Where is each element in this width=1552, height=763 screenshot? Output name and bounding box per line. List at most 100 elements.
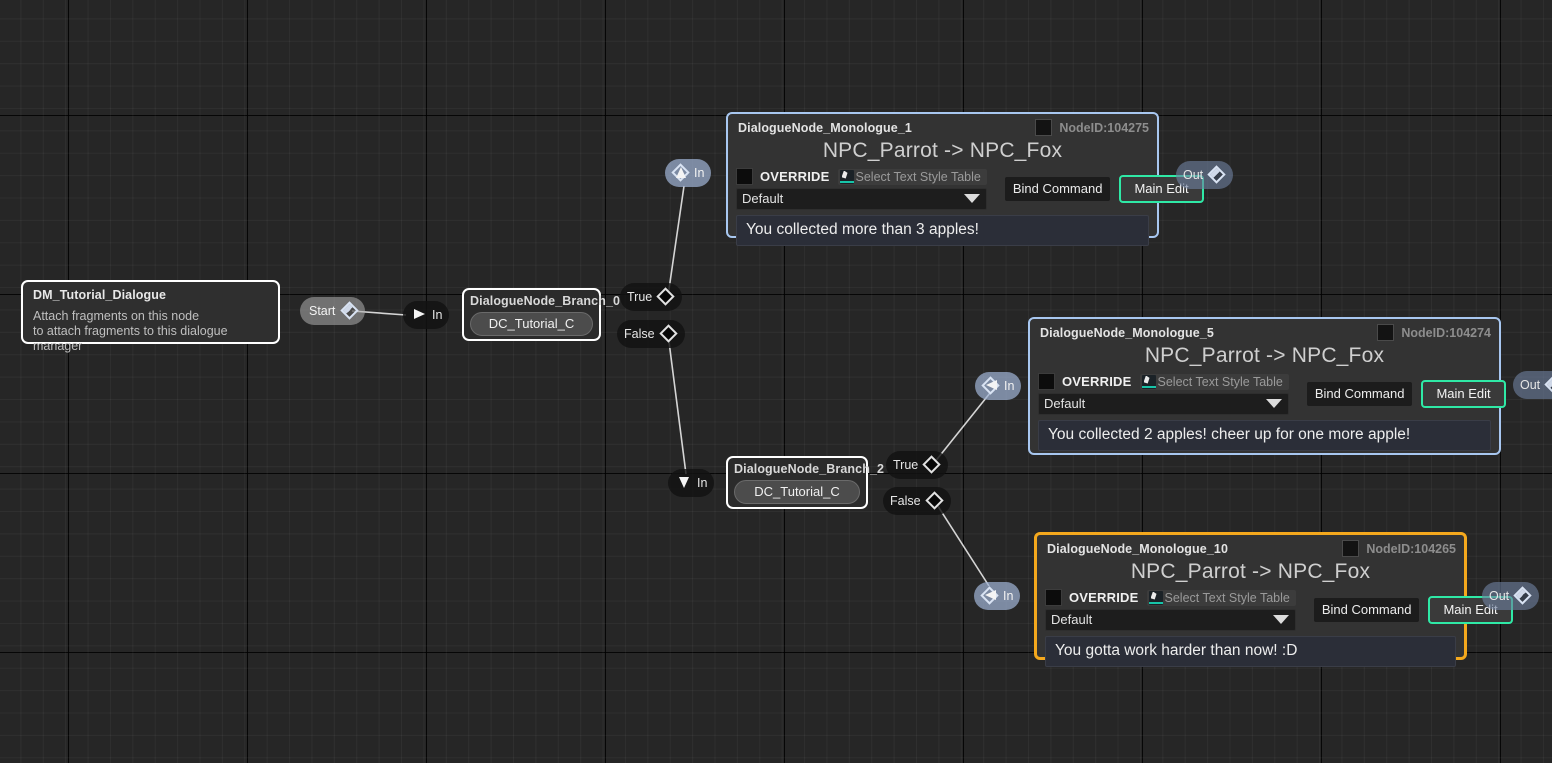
monologue-10-style-combo-value: Default — [1051, 612, 1093, 627]
data-table-asset-icon — [1141, 374, 1156, 389]
exec-arrow-right-icon — [410, 306, 428, 324]
exec-diamond-icon — [340, 301, 360, 320]
monologue-10-out-pin[interactable]: Out — [1482, 582, 1540, 610]
dialogue-manager-title: DM_Tutorial_Dialogue — [33, 288, 167, 302]
monologue-1-style-combo[interactable]: Default — [736, 188, 987, 210]
branch-0-false-pin[interactable]: False — [617, 320, 685, 348]
monologue-1-style-table-text: Select Text Style Table — [855, 169, 981, 184]
comment-line-2: to attach fragments to this dialogue man… — [33, 324, 228, 353]
monologue-1-bind-command-button[interactable]: Bind Command — [1004, 177, 1111, 201]
exec-diamond-half-icon — [1513, 586, 1532, 605]
monologue-10-header: DialogueNode_Monologue_10 NodeID:104265 — [1040, 538, 1461, 559]
monologue-10-node-id: NodeID:104265 — [1366, 541, 1456, 556]
monologue-10-style-table-text: Select Text Style Table — [1164, 590, 1290, 605]
monologue-5-style-table-picker[interactable]: Select Text Style Table — [1139, 373, 1289, 390]
exec-diamond-icon — [924, 491, 944, 510]
monologue-1-in-pin-label: In — [694, 166, 705, 180]
dialogue-manager-comment: Attach fragments on this node to attach … — [33, 309, 270, 354]
branch-0-in-pin-label: In — [432, 308, 443, 322]
data-table-asset-icon — [839, 169, 854, 184]
monologue-10-title: DialogueNode_Monologue_10 — [1047, 541, 1228, 556]
monologue-1-style-combo-value: Default — [742, 191, 784, 206]
monologue-1-title: DialogueNode_Monologue_1 — [738, 120, 912, 135]
monologue-5-style-combo-value: Default — [1044, 396, 1086, 411]
monologue-10-in-pin-label: In — [1003, 589, 1014, 603]
monologue-1-dialogue-text[interactable]: You collected more than 3 apples! — [736, 215, 1149, 246]
monologue-1-color-chip[interactable] — [1035, 119, 1053, 136]
start-pin-label: Start — [309, 304, 336, 318]
monologue-5-header: DialogueNode_Monologue_5 NodeID:104274 — [1033, 322, 1496, 343]
monologue-1-header: DialogueNode_Monologue_1 NodeID:104275 — [731, 117, 1154, 138]
monologue-node-10[interactable]: DialogueNode_Monologue_10 NodeID:104265 … — [1034, 532, 1513, 667]
exec-diamond-icon — [922, 455, 941, 474]
start-pin[interactable]: Start — [300, 297, 366, 325]
branch-node-2-condition[interactable]: DC_Tutorial_C — [734, 480, 860, 504]
monologue-1-override-checkbox[interactable] — [736, 168, 753, 185]
branch-node-2[interactable]: DialogueNode_Branch_2 DC_Tutorial_C — [726, 456, 885, 509]
monologue-5-title: DialogueNode_Monologue_5 — [1040, 325, 1214, 340]
monologue-5-main-edit-button[interactable]: Main Edit — [1421, 380, 1506, 408]
branch-node-0[interactable]: DialogueNode_Branch_0 DC_Tutorial_C — [462, 288, 620, 341]
branch-0-true-pin[interactable]: True — [620, 283, 683, 311]
monologue-1-speakers: NPC_Parrot -> NPC_Fox — [822, 139, 1063, 162]
monologue-5-out-pin[interactable]: Out — [1513, 371, 1552, 399]
monologue-5-speakers: NPC_Parrot -> NPC_Fox — [1144, 344, 1385, 367]
exec-arrow-left-icon — [980, 586, 999, 605]
monologue-10-bind-command-button[interactable]: Bind Command — [1313, 598, 1420, 622]
monologue-10-override-label: OVERRIDE — [1069, 590, 1139, 605]
monologue-5-in-pin-label: In — [1004, 379, 1015, 393]
branch-2-true-pin[interactable]: True — [886, 451, 949, 479]
monologue-node-1[interactable]: DialogueNode_Monologue_1 NodeID:104275 N… — [726, 112, 1204, 246]
monologue-1-in-pin[interactable]: In — [665, 159, 712, 187]
monologue-10-in-pin[interactable]: In — [974, 582, 1021, 610]
branch-2-false-pin[interactable]: False — [883, 487, 951, 515]
monologue-5-out-pin-label: Out — [1520, 378, 1541, 392]
branch-0-false-pin-label: False — [624, 327, 655, 341]
branch-0-in-pin[interactable]: In — [403, 301, 450, 329]
monologue-5-color-chip[interactable] — [1377, 324, 1395, 341]
branch-2-true-pin-label: True — [893, 458, 919, 472]
exec-diamond-half-icon — [1207, 165, 1226, 184]
monologue-1-controls: OVERRIDE Select Text Style Table Default… — [731, 168, 1204, 210]
monologue-1-override-label: OVERRIDE — [760, 169, 830, 184]
chevron-down-icon — [1272, 615, 1289, 624]
comment-line-1: Attach fragments on this node — [33, 309, 200, 323]
branch-2-false-pin-label: False — [890, 494, 921, 508]
monologue-5-controls: OVERRIDE Select Text Style Table Default… — [1033, 373, 1506, 415]
monologue-1-out-pin-label: Out — [1183, 168, 1204, 182]
branch-2-in-pin[interactable]: In — [668, 469, 715, 497]
branch-2-in-pin-label: In — [697, 476, 708, 490]
monologue-5-override-label: OVERRIDE — [1062, 374, 1132, 389]
monologue-node-5[interactable]: DialogueNode_Monologue_5 NodeID:104274 N… — [1028, 317, 1506, 455]
chevron-down-icon — [963, 194, 980, 203]
monologue-10-style-table-picker[interactable]: Select Text Style Table — [1146, 589, 1296, 606]
branch-0-true-pin-label: True — [627, 290, 653, 304]
monologue-5-style-table-text: Select Text Style Table — [1157, 374, 1283, 389]
monologue-10-dialogue-text[interactable]: You gotta work harder than now! :D — [1045, 636, 1456, 667]
monologue-5-in-pin[interactable]: In — [975, 372, 1022, 400]
branch-node-2-title: DialogueNode_Branch_2 — [734, 462, 885, 476]
data-table-asset-icon — [1148, 590, 1163, 605]
exec-arrow-down-icon — [675, 474, 693, 492]
monologue-10-color-chip[interactable] — [1342, 540, 1360, 557]
monologue-10-style-combo[interactable]: Default — [1045, 609, 1296, 631]
chevron-down-icon — [1265, 399, 1282, 408]
dialogue-manager-node[interactable]: DM_Tutorial_Dialogue Attach fragments on… — [21, 280, 280, 353]
monologue-1-node-id: NodeID:104275 — [1059, 120, 1149, 135]
monologue-10-speakers: NPC_Parrot -> NPC_Fox — [1130, 560, 1371, 583]
monologue-1-out-pin[interactable]: Out — [1176, 161, 1234, 189]
monologue-10-out-pin-label: Out — [1489, 589, 1510, 603]
monologue-10-controls: OVERRIDE Select Text Style Table Default… — [1040, 589, 1513, 631]
monologue-5-node-id: NodeID:104274 — [1401, 325, 1491, 340]
monologue-10-override-checkbox[interactable] — [1045, 589, 1062, 606]
monologue-1-style-table-picker[interactable]: Select Text Style Table — [837, 168, 987, 185]
monologue-5-bind-command-button[interactable]: Bind Command — [1306, 382, 1413, 406]
monologue-5-dialogue-text[interactable]: You collected 2 apples! cheer up for one… — [1038, 420, 1491, 451]
monologue-5-style-combo[interactable]: Default — [1038, 393, 1289, 415]
exec-diamond-icon — [656, 287, 675, 306]
graph-canvas[interactable]: DM_Tutorial_Dialogue Attach fragments on… — [0, 0, 1552, 763]
exec-diamond-half-icon — [1544, 375, 1552, 394]
branch-node-0-condition[interactable]: DC_Tutorial_C — [470, 312, 593, 336]
monologue-5-override-checkbox[interactable] — [1038, 373, 1055, 390]
exec-diamond-icon — [658, 324, 678, 343]
